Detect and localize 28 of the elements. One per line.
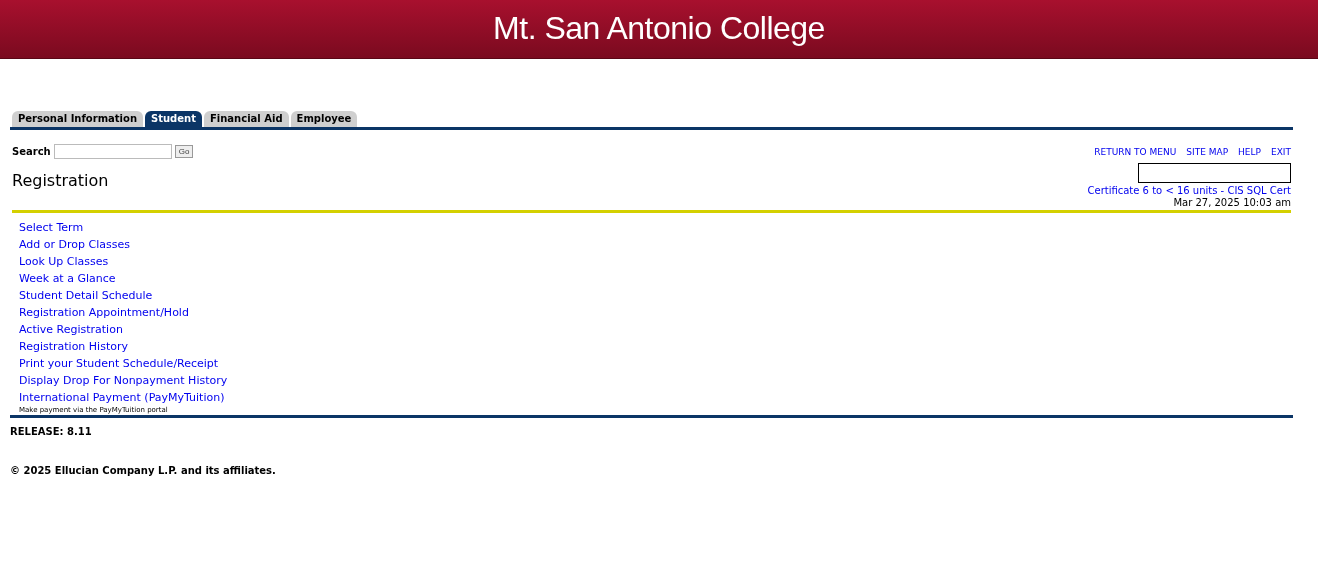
menu-link[interactable]: Registration History xyxy=(19,338,128,355)
nav-link[interactable]: EXIT xyxy=(1271,146,1291,157)
tab[interactable]: Employee xyxy=(290,111,358,127)
search-label: Search xyxy=(12,146,51,157)
menu-link[interactable]: International Payment (PayMyTuition) xyxy=(19,389,225,406)
menu-link[interactable]: Add or Drop Classes xyxy=(19,236,130,253)
tab[interactable]: Personal Information xyxy=(12,111,143,127)
tab[interactable]: Student xyxy=(145,111,202,127)
menu-link[interactable]: Display Drop For Nonpayment History xyxy=(19,372,228,389)
menu-link[interactable]: Look Up Classes xyxy=(19,253,109,270)
menu-link[interactable]: Select Term xyxy=(19,219,84,236)
menu-link[interactable]: Student Detail Schedule xyxy=(19,287,153,304)
timestamp: Mar 27, 2025 10:03 am xyxy=(1173,197,1291,208)
menu-link[interactable]: Active Registration xyxy=(19,321,123,338)
search-field[interactable] xyxy=(53,144,172,159)
program-link[interactable]: Certificate 6 to < 16 units - CIS SQL Cert xyxy=(1087,185,1291,196)
menu-link[interactable]: Print your Student Schedule/Receipt xyxy=(19,355,219,372)
menu-link[interactable]: Registration Appointment/Hold xyxy=(19,304,189,321)
nav-link[interactable]: RETURN TO MENU xyxy=(1094,146,1177,157)
go-button[interactable]: Go xyxy=(174,145,194,158)
release-label: RELEASE: 8.11 xyxy=(10,426,92,437)
page-title: Registration xyxy=(12,171,109,190)
college-name: Mt. San Antonio College xyxy=(493,9,825,48)
nav-link[interactable]: SITE MAP xyxy=(1186,146,1229,157)
tab[interactable]: Financial Aid xyxy=(203,111,289,127)
nav-link[interactable]: HELP xyxy=(1238,146,1261,157)
copyright: © 2025 Ellucian Company L.P. and its affiliates. xyxy=(10,465,276,476)
menu-link[interactable]: Week at a Glance xyxy=(19,270,116,287)
